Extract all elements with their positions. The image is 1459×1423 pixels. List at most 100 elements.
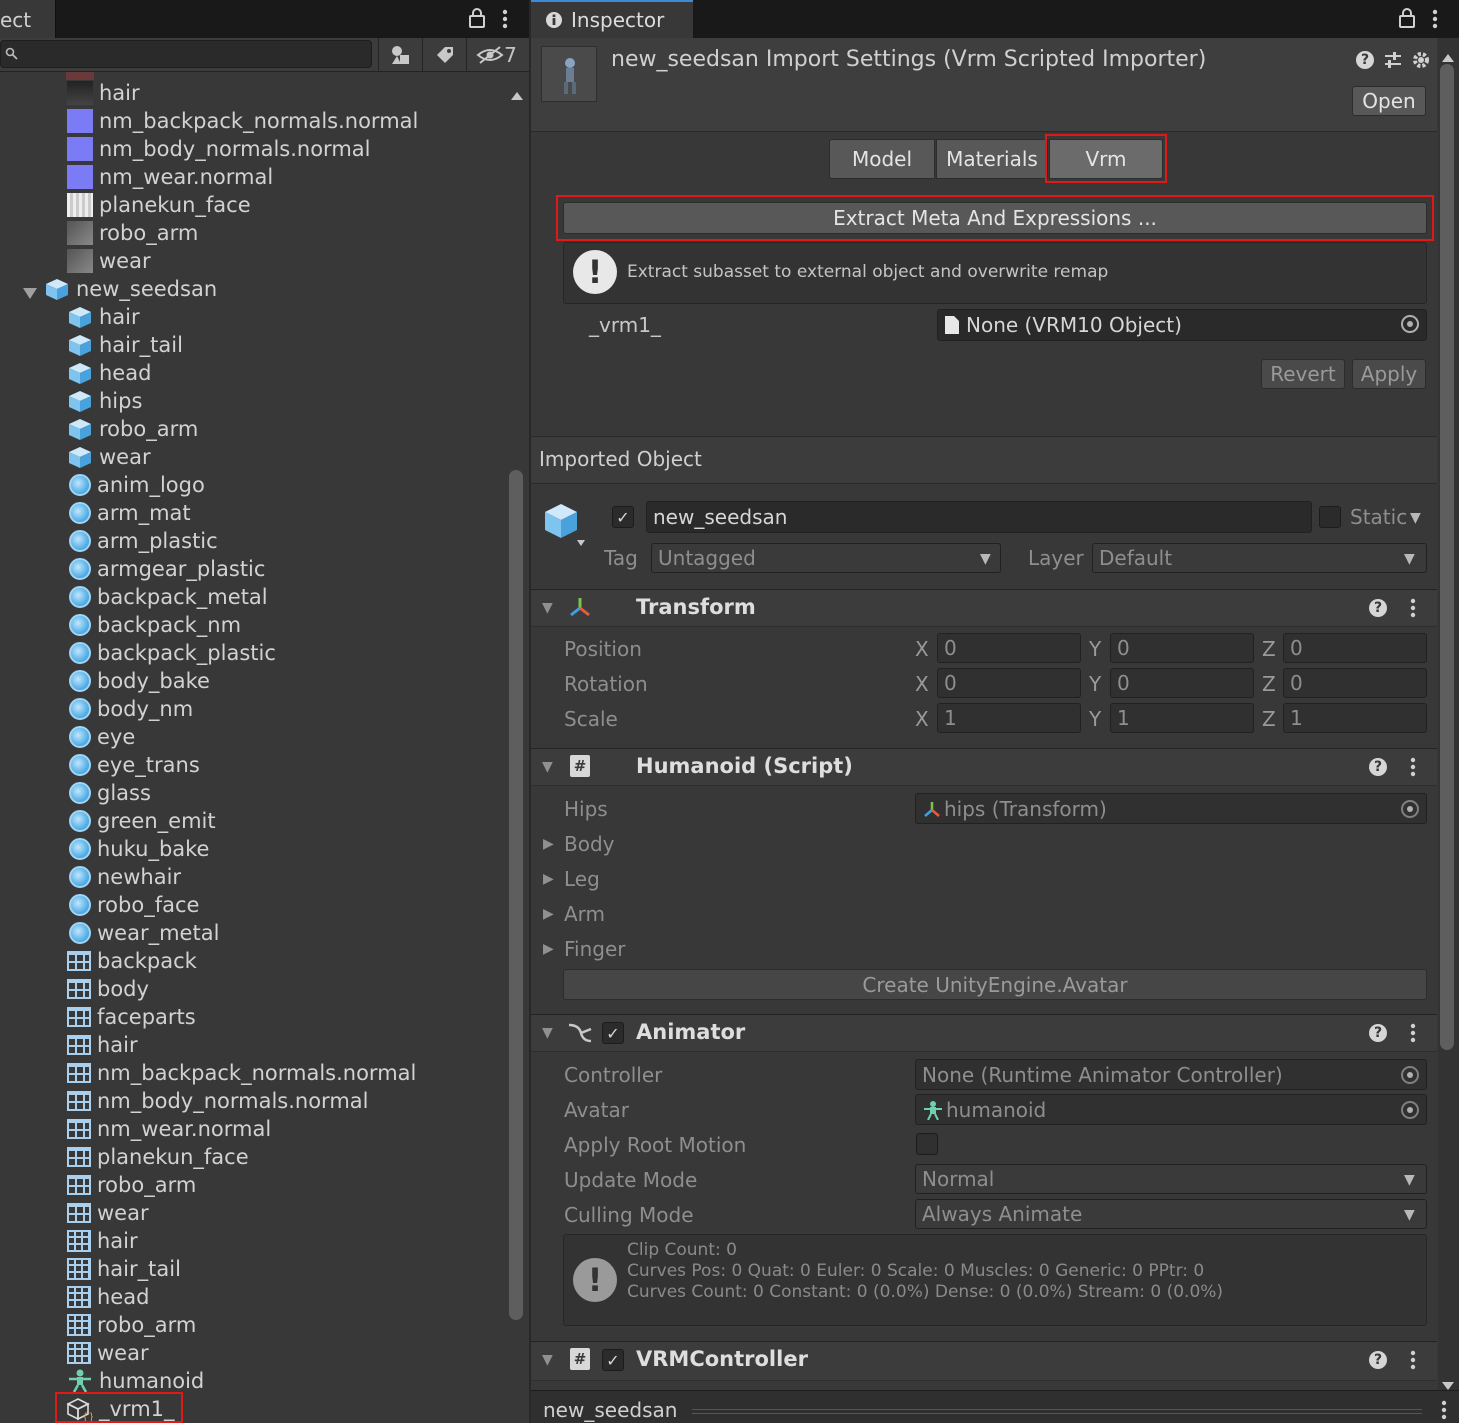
- remap-object-field[interactable]: None (VRM10 Object): [937, 309, 1427, 341]
- transform-help-icon[interactable]: ?: [1369, 599, 1387, 617]
- transform-z-field[interactable]: 0: [1283, 668, 1427, 698]
- tree-item[interactable]: wear: [67, 247, 151, 275]
- settings-gear-icon[interactable]: [1411, 50, 1431, 75]
- axis-y-label[interactable]: Y: [1089, 672, 1101, 696]
- animator-collapse-icon[interactable]: ▼: [542, 1025, 553, 1041]
- tree-item[interactable]: hair_tail: [67, 331, 183, 359]
- search-input[interactable]: [0, 40, 372, 68]
- expand-arrow-icon[interactable]: [22, 281, 38, 305]
- static-checkbox[interactable]: [1319, 506, 1341, 528]
- tree-item[interactable]: wear_metal: [67, 919, 219, 947]
- culling-mode-dropdown[interactable]: Always Animate: [915, 1199, 1427, 1229]
- tree-item[interactable]: body: [67, 975, 149, 1003]
- foldout-arrow-icon[interactable]: ▶: [543, 941, 554, 957]
- apply-button[interactable]: Apply: [1352, 359, 1426, 389]
- tab-materials[interactable]: Materials: [936, 139, 1048, 179]
- axis-y-label[interactable]: Y: [1089, 707, 1101, 731]
- avatar-picker-icon[interactable]: [1401, 1101, 1419, 1119]
- hips-field[interactable]: hips (Transform): [915, 793, 1427, 824]
- tree-item[interactable]: robo_arm: [67, 1311, 196, 1339]
- transform-y-field[interactable]: 0: [1110, 633, 1254, 663]
- humanoid-help-icon[interactable]: ?: [1369, 758, 1387, 776]
- footer-drag-handle[interactable]: [692, 1409, 1422, 1414]
- animator-enabled-checkbox[interactable]: ✓: [602, 1022, 624, 1044]
- foldout-arrow-icon[interactable]: ▶: [543, 906, 554, 922]
- vrmcontroller-collapse-icon[interactable]: ▼: [542, 1352, 553, 1368]
- tab-model[interactable]: Model: [829, 139, 935, 179]
- tree-item[interactable]: armgear_plastic: [67, 555, 265, 583]
- humanoid-group-arm[interactable]: Arm: [564, 902, 605, 926]
- tree-item[interactable]: faceparts: [67, 1003, 196, 1031]
- humanoid-group-leg[interactable]: Leg: [564, 867, 600, 891]
- tree-item[interactable]: hair: [67, 1227, 138, 1255]
- hidden-packages-button[interactable]: 7: [466, 38, 526, 72]
- tree-item[interactable]: nm_wear.normal: [67, 1115, 271, 1143]
- tree-item[interactable]: arm_plastic: [67, 527, 218, 555]
- transform-y-field[interactable]: 0: [1110, 668, 1254, 698]
- inspector-lock-icon[interactable]: [1398, 8, 1416, 28]
- tree-item[interactable]: new_seedsan: [44, 275, 217, 303]
- tree-item[interactable]: humanoid: [67, 1367, 204, 1395]
- open-button[interactable]: Open: [1352, 86, 1426, 116]
- transform-y-field[interactable]: 1: [1110, 703, 1254, 733]
- controller-field[interactable]: None (Runtime Animator Controller): [915, 1059, 1427, 1090]
- active-checkbox[interactable]: ✓: [612, 506, 634, 528]
- tree-item[interactable]: robo_arm: [67, 1171, 196, 1199]
- presets-icon[interactable]: [1383, 50, 1403, 75]
- tree-item[interactable]: nm_wear.normal: [67, 163, 273, 191]
- tree-item[interactable]: nm_backpack_normals.normal: [67, 1059, 416, 1087]
- tree-item[interactable]: hair: [67, 79, 140, 107]
- project-tab[interactable]: ect: [0, 0, 56, 38]
- object-name-field[interactable]: new_seedsan: [646, 501, 1312, 533]
- tree-item[interactable]: wear: [67, 443, 151, 471]
- layer-dropdown[interactable]: Default: [1092, 543, 1427, 573]
- vrmcontroller-enabled-checkbox[interactable]: ✓: [602, 1349, 624, 1371]
- tree-item[interactable]: eye_trans: [67, 751, 200, 779]
- tree-item[interactable]: head: [67, 1283, 149, 1311]
- axis-x-label[interactable]: X: [915, 672, 929, 696]
- controller-picker-icon[interactable]: [1401, 1066, 1419, 1084]
- tree-item[interactable]: nm_backpack_normals.normal: [67, 107, 418, 135]
- tree-item[interactable]: huku_bake: [67, 835, 209, 863]
- tree-item[interactable]: robo_arm: [67, 219, 198, 247]
- tree-item[interactable]: planekun_face: [67, 191, 251, 219]
- root-motion-checkbox[interactable]: [916, 1133, 938, 1155]
- tree-item[interactable]: backpack_plastic: [67, 639, 276, 667]
- tree-item[interactable]: nm_body_normals.normal: [67, 1087, 368, 1115]
- tree-item[interactable]: hair: [67, 303, 140, 331]
- animator-help-icon[interactable]: ?: [1369, 1024, 1387, 1042]
- transform-x-field[interactable]: 0: [937, 668, 1081, 698]
- tree-item[interactable]: robo_arm: [67, 415, 198, 443]
- tree-item[interactable]: wear: [67, 1199, 149, 1227]
- tree-item[interactable]: backpack: [67, 947, 197, 975]
- project-scrollbar-thumb[interactable]: [509, 470, 523, 1320]
- transform-collapse-icon[interactable]: ▼: [542, 600, 553, 616]
- tree-item[interactable]: hips: [67, 387, 142, 415]
- create-avatar-button[interactable]: Create UnityEngine.Avatar: [563, 969, 1427, 1000]
- scroll-up-icon[interactable]: [510, 82, 524, 106]
- tag-dropdown[interactable]: Untagged: [651, 543, 1001, 573]
- tree-item[interactable]: anim_logo: [67, 471, 205, 499]
- inspector-tab[interactable]: Inspector: [531, 0, 693, 38]
- axis-x-label[interactable]: X: [915, 707, 929, 731]
- inspector-scrollbar-thumb[interactable]: [1440, 64, 1454, 1050]
- foldout-arrow-icon[interactable]: ▶: [543, 871, 554, 887]
- axis-y-label[interactable]: Y: [1089, 637, 1101, 661]
- transform-x-field[interactable]: 0: [937, 633, 1081, 663]
- axis-z-label[interactable]: Z: [1262, 637, 1276, 661]
- tree-item[interactable]: planekun_face: [67, 1143, 249, 1171]
- static-dropdown-icon[interactable]: ▼: [1410, 510, 1421, 526]
- transform-x-field[interactable]: 1: [937, 703, 1081, 733]
- transform-z-field[interactable]: 1: [1283, 703, 1427, 733]
- tree-item[interactable]: body_nm: [67, 695, 193, 723]
- object-picker-icon[interactable]: [1401, 315, 1419, 333]
- tree-item[interactable]: wear: [67, 1339, 149, 1367]
- vrmcontroller-kebab-icon[interactable]: [1410, 1349, 1416, 1376]
- humanoid-group-body[interactable]: Body: [564, 832, 615, 856]
- footer-kebab-icon[interactable]: [1441, 1399, 1447, 1423]
- lock-icon[interactable]: [468, 8, 486, 28]
- tree-item[interactable]: backpack_nm: [67, 611, 241, 639]
- tree-item[interactable]: backpack_metal: [67, 583, 268, 611]
- tree-item[interactable]: body_bake: [67, 667, 210, 695]
- humanoid-kebab-icon[interactable]: [1410, 756, 1416, 783]
